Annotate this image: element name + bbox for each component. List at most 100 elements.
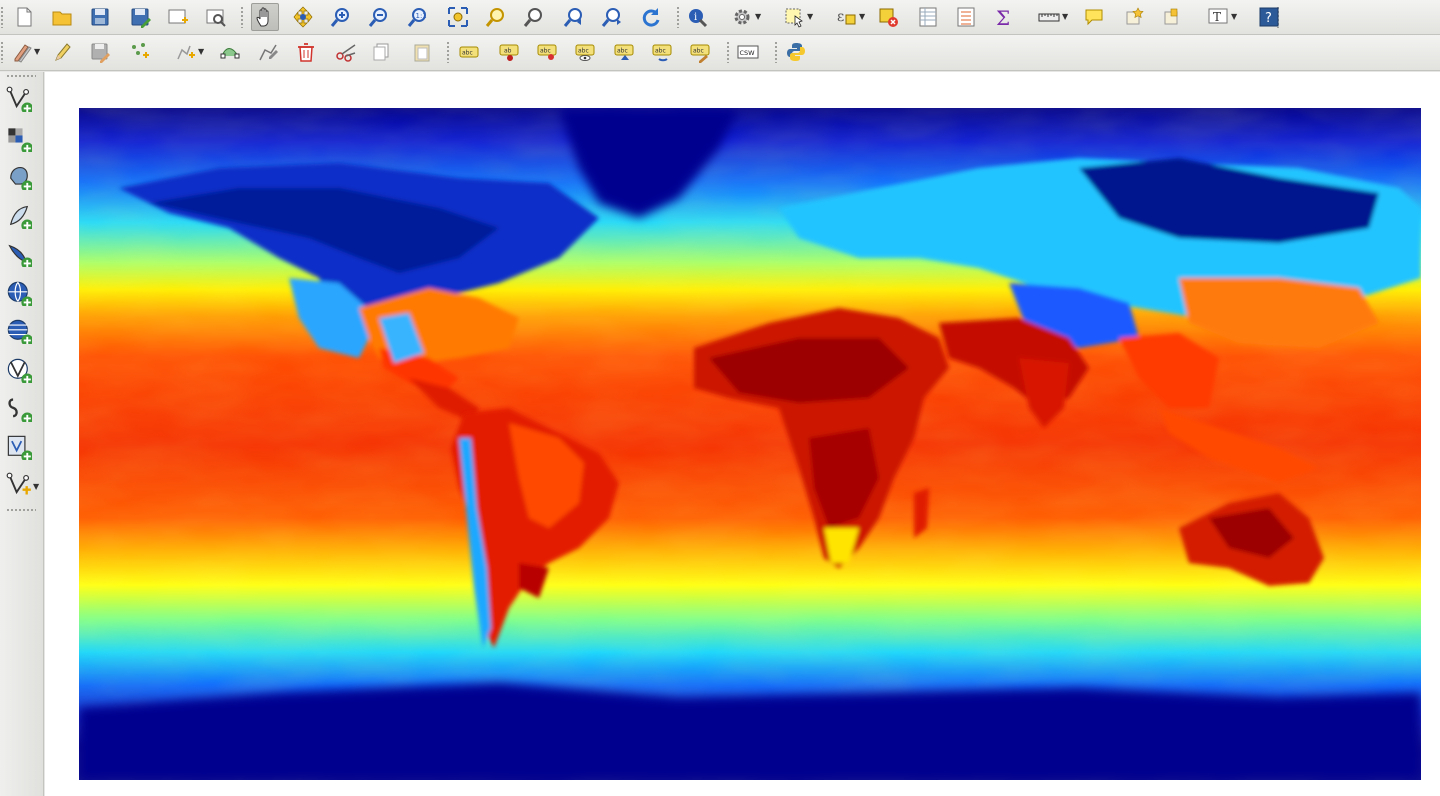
- abc-label: abc: [655, 48, 666, 55]
- add-virtual-layer-button[interactable]: [4, 432, 34, 462]
- toolbar-grip[interactable]: [6, 74, 36, 78]
- add-wfs-layer-button[interactable]: [4, 355, 34, 385]
- add-wms-layer-button[interactable]: [4, 278, 34, 308]
- chevron-down-icon[interactable]: ▼: [198, 47, 204, 56]
- python-console-button[interactable]: [782, 38, 810, 66]
- add-vector-layer-button[interactable]: [4, 84, 34, 114]
- toolbar-grip[interactable]: [446, 41, 450, 63]
- add-spatialite-layer-button[interactable]: [4, 201, 34, 231]
- toolbar-grip[interactable]: [6, 508, 36, 512]
- zoom-layer-icon: [523, 8, 542, 27]
- delete-selected-button[interactable]: [292, 38, 320, 66]
- pan-to-selection-button[interactable]: [289, 3, 317, 31]
- toolbar-grip[interactable]: [774, 41, 778, 63]
- new-bookmark-button[interactable]: [1120, 3, 1148, 31]
- zoom-last-icon: [563, 8, 582, 27]
- select-by-expression-button[interactable]: ε: [832, 3, 860, 31]
- pan-button[interactable]: [251, 3, 279, 31]
- toolbar-grip[interactable]: [726, 41, 730, 63]
- identify-button[interactable]: i: [683, 3, 711, 31]
- python-icon: [787, 43, 805, 61]
- paste-features-button[interactable]: [408, 38, 436, 66]
- zoom-native-button[interactable]: 1:1: [404, 3, 432, 31]
- toolbar-grip[interactable]: [240, 6, 244, 28]
- action-button[interactable]: [728, 3, 756, 31]
- show-hide-labels-button[interactable]: abc: [571, 38, 599, 66]
- copy-features-button[interactable]: [368, 38, 396, 66]
- csw-button[interactable]: CSW: [734, 38, 762, 66]
- field-calculator-button[interactable]: [952, 3, 980, 31]
- toggle-editing-button[interactable]: [48, 38, 76, 66]
- paste-icon: [414, 44, 430, 62]
- temperature-raster-map[interactable]: [79, 108, 1421, 780]
- label-pin-icon: ab: [499, 44, 519, 61]
- chevron-down-icon[interactable]: ▼: [1062, 12, 1068, 21]
- measure-button[interactable]: [1035, 3, 1063, 31]
- zoom-to-layer-button[interactable]: [520, 3, 548, 31]
- save-edits-button[interactable]: [86, 38, 114, 66]
- bookmark-icon: [1164, 8, 1178, 25]
- current-edits-button[interactable]: [8, 38, 36, 66]
- toolbar-grip[interactable]: [0, 6, 4, 28]
- csw-label: CSW: [740, 49, 756, 57]
- save-project-button[interactable]: [86, 3, 114, 31]
- bookmark-new-icon: [1126, 7, 1144, 25]
- speech-bubble-icon: [1085, 9, 1103, 26]
- attribute-table-button[interactable]: [914, 3, 942, 31]
- highlight-pinned-labels-button[interactable]: abc: [533, 38, 561, 66]
- wfs-add-icon: [7, 358, 32, 383]
- add-mssql-layer-button[interactable]: [4, 239, 34, 269]
- move-feature-button[interactable]: [172, 38, 200, 66]
- new-project-button[interactable]: [10, 3, 38, 31]
- deselect-icon: [879, 8, 898, 27]
- deselect-button[interactable]: [874, 3, 902, 31]
- cut-features-button[interactable]: [332, 38, 360, 66]
- refresh-button[interactable]: [636, 3, 664, 31]
- layer-labeling-button[interactable]: abc: [455, 38, 483, 66]
- map-canvas[interactable]: [45, 72, 1440, 796]
- add-postgis-layer-button[interactable]: [4, 162, 34, 192]
- chevron-down-icon[interactable]: ▼: [33, 482, 39, 491]
- add-raster-layer-button[interactable]: [4, 124, 34, 154]
- move-label-button[interactable]: abc: [610, 38, 638, 66]
- sigma-icon: Σ: [996, 6, 1010, 28]
- map-tips-button[interactable]: [1080, 3, 1108, 31]
- text-annotation-icon: T: [1208, 8, 1228, 24]
- zoom-in-button[interactable]: [327, 3, 355, 31]
- zoom-last-button[interactable]: [560, 3, 588, 31]
- abc-label: abc: [693, 48, 704, 55]
- change-label-button[interactable]: abc: [686, 38, 714, 66]
- node-tool-button[interactable]: [216, 38, 244, 66]
- new-layer-button[interactable]: [4, 470, 34, 500]
- toolbar-grip[interactable]: [0, 41, 4, 63]
- add-feature-button[interactable]: [126, 38, 154, 66]
- pin-labels-button[interactable]: ab: [495, 38, 523, 66]
- chevron-down-icon[interactable]: ▼: [755, 12, 761, 21]
- add-wcs-layer-button[interactable]: [4, 316, 34, 346]
- chevron-down-icon[interactable]: ▼: [1231, 12, 1237, 21]
- chevron-down-icon[interactable]: ▼: [807, 12, 813, 21]
- label-change-icon: abc: [690, 44, 710, 63]
- svg-text:ε: ε: [837, 9, 844, 25]
- zoom-to-selection-button[interactable]: [482, 3, 510, 31]
- text-annotation-button[interactable]: T: [1204, 3, 1232, 31]
- digitize-tool-button[interactable]: [254, 38, 282, 66]
- composer-manager-button[interactable]: [202, 3, 230, 31]
- rotate-label-button[interactable]: abc: [648, 38, 676, 66]
- zoom-next-button[interactable]: [598, 3, 626, 31]
- chevron-down-icon[interactable]: ▼: [859, 12, 865, 21]
- zoom-full-button[interactable]: [444, 3, 472, 31]
- help-button[interactable]: ?: [1255, 3, 1283, 31]
- new-composer-button[interactable]: [164, 3, 192, 31]
- statistics-button[interactable]: Σ: [990, 3, 1018, 31]
- toolbar-grip[interactable]: [676, 6, 680, 28]
- save-as-button[interactable]: [126, 3, 154, 31]
- zoom-out-button[interactable]: [365, 3, 393, 31]
- wms-add-icon: [7, 281, 32, 306]
- chevron-down-icon[interactable]: ▼: [34, 47, 40, 56]
- open-project-button[interactable]: [48, 3, 76, 31]
- select-features-button[interactable]: [780, 3, 808, 31]
- show-bookmarks-button[interactable]: [1158, 3, 1186, 31]
- add-delimited-text-button[interactable]: [4, 394, 34, 424]
- identify-icon: i: [689, 9, 708, 28]
